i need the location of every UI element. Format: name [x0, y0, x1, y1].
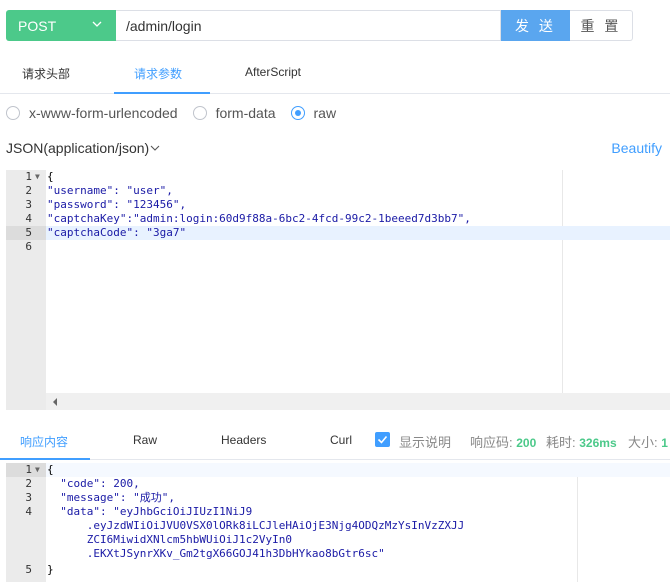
- size-label: 大小: 1: [628, 435, 668, 450]
- time-value: 326ms: [579, 436, 617, 450]
- radio-label: raw: [313, 105, 337, 121]
- content-type-select[interactable]: JSON(application/json): [6, 140, 160, 156]
- tab-params[interactable]: 请求参数: [134, 65, 182, 82]
- send-button[interactable]: 发 送: [501, 10, 570, 41]
- radio-checked-icon: [290, 106, 305, 120]
- show-desc-label: 显示说明: [399, 435, 452, 450]
- code-line: 5 "captchaCode": "3ga7": [25, 226, 187, 239]
- code-line: 6: [25, 240, 32, 253]
- code-line: 4 "captchaKey":"admin:login:60d9f88a-6bc…: [25, 212, 471, 225]
- scroll-left-icon[interactable]: [52, 398, 58, 406]
- radio-icon: [6, 106, 20, 120]
- request-body-editor[interactable]: 1 ▼ { 2 "username": "user", 3 "password"…: [6, 170, 670, 410]
- code-line: 1 ▼ {: [25, 463, 54, 477]
- method-label: POST: [18, 17, 57, 34]
- radio-label: form-data: [215, 105, 276, 121]
- active-tab-indicator: [0, 458, 90, 460]
- fold-icon[interactable]: ▼: [35, 463, 40, 477]
- status-label: 响应码: 200: [470, 435, 537, 450]
- tab-afterscript[interactable]: AfterScript: [245, 65, 301, 79]
- tab-headers[interactable]: Headers: [221, 433, 266, 447]
- response-tabs: 响应内容 Raw Headers Curl 显示说明 响应码: 200 耗时: …: [0, 422, 670, 460]
- code-line: 3 "message": "成功",: [25, 491, 175, 504]
- tab-response-content[interactable]: 响应内容: [20, 433, 68, 450]
- response-body-editor[interactable]: 1 ▼ { 2 "code": 200, 3 "message": "成功", …: [6, 463, 670, 582]
- radio-raw[interactable]: raw: [290, 105, 337, 121]
- time-label: 耗时: 326ms: [546, 435, 617, 450]
- content-type-label: JSON(application/json): [6, 140, 150, 156]
- code-line-wrapped: .eyJzdWIiOiJVU0VSX0lORk8iLCJleHAiOjE3Njg…: [47, 519, 465, 532]
- code-line: 3 "password": "123456",: [25, 198, 187, 211]
- code-line: 4 "data": "eyJhbGciOiJIUzI1NiJ9: [25, 505, 253, 518]
- tab-curl[interactable]: Curl: [330, 433, 352, 447]
- method-select[interactable]: POST: [6, 10, 116, 41]
- tab-raw[interactable]: Raw: [133, 433, 157, 447]
- check-icon: [377, 435, 388, 444]
- code-line: 2 "code": 200,: [25, 477, 140, 490]
- code-line-wrapped: .EKXtJSynrXKv_Gm2tgX66GOJ41h3DbHYkao8bGt…: [47, 547, 385, 560]
- request-bar: POST /admin/login 发 送 重 置: [6, 10, 633, 41]
- show-desc-checkbox[interactable]: [375, 432, 390, 447]
- radio-icon: [192, 106, 207, 120]
- reset-button[interactable]: 重 置: [570, 10, 633, 41]
- horizontal-scrollbar[interactable]: [46, 393, 670, 410]
- request-tabs: 请求头部 请求参数 AfterScript: [0, 56, 670, 94]
- status-value: 200: [516, 436, 537, 450]
- beautify-button[interactable]: Beautify: [611, 140, 662, 156]
- code-line-wrapped: ZCI6MiwidXNlcm5hbWUiOiJ1c2VyIn0: [47, 533, 293, 546]
- active-tab-indicator: [114, 92, 210, 94]
- code-line: 1 ▼ {: [25, 170, 54, 184]
- fold-icon[interactable]: ▼: [35, 170, 40, 184]
- body-type-group: x-www-form-urlencoded form-data raw: [6, 103, 351, 123]
- radio-form-data[interactable]: form-data: [192, 105, 276, 121]
- code-line: 5 }: [25, 563, 54, 576]
- tab-headers[interactable]: 请求头部: [22, 65, 70, 82]
- radio-label: x-www-form-urlencoded: [29, 105, 178, 121]
- url-input[interactable]: /admin/login: [116, 10, 501, 41]
- chevron-down-icon: [92, 21, 102, 27]
- chevron-down-icon: [150, 145, 160, 151]
- code-line: 2 "username": "user",: [25, 184, 173, 197]
- size-value: 1: [661, 436, 668, 450]
- radio-urlencoded[interactable]: x-www-form-urlencoded: [6, 105, 178, 121]
